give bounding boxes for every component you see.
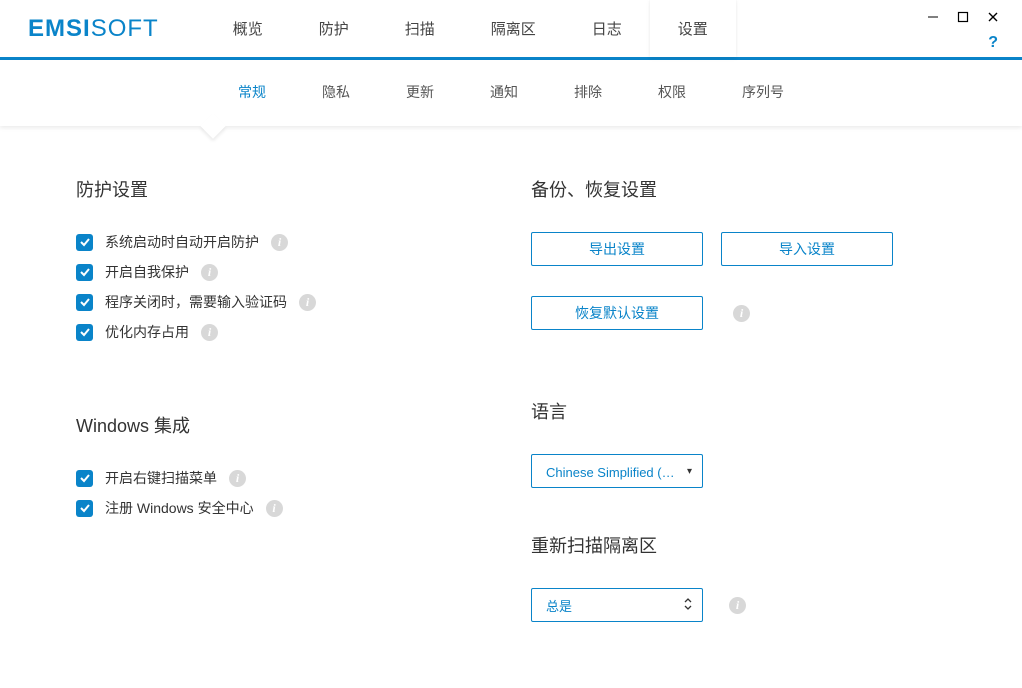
subnav-label: 隐私: [322, 84, 350, 100]
nav-settings[interactable]: 设置: [650, 0, 736, 57]
subnav-updates[interactable]: 更新: [398, 78, 442, 106]
right-column: 备份、恢复设置 导出设置 导入设置 恢复默认设置 i 语言 Chinese Si…: [491, 176, 946, 652]
import-settings-button[interactable]: 导入设置: [721, 232, 893, 266]
nav-overview[interactable]: 概览: [205, 0, 291, 57]
opt-self-protection: 开启自我保护 i: [76, 262, 491, 282]
info-icon[interactable]: i: [271, 234, 288, 251]
left-column: 防护设置 系统启动时自动开启防护 i 开启自我保护 i 程序关闭时，需要输入验证…: [76, 176, 491, 652]
subnav-general[interactable]: 常规: [230, 78, 274, 106]
subnav-label: 更新: [406, 84, 434, 100]
subnav-permissions[interactable]: 权限: [650, 78, 694, 106]
updown-icon: [684, 597, 692, 614]
chevron-down-icon: ▾: [687, 466, 692, 477]
checkbox-label: 开启自我保护: [105, 262, 189, 282]
rescan-quarantine-title: 重新扫描隔离区: [531, 532, 946, 558]
button-label: 导入设置: [779, 239, 835, 259]
help-icon[interactable]: ?: [988, 34, 998, 52]
logo-light: SOFT: [91, 15, 159, 42]
windows-integration-title: Windows 集成: [76, 412, 491, 438]
button-label: 导出设置: [589, 239, 645, 259]
subnav-label: 权限: [658, 84, 686, 100]
opt-memory-optimize: 优化内存占用 i: [76, 322, 491, 342]
sub-nav: 常规 隐私 更新 通知 排除 权限 序列号: [0, 60, 1022, 126]
subnav-exclusions[interactable]: 排除: [566, 78, 610, 106]
checkbox-label: 系统启动时自动开启防护: [105, 232, 259, 252]
subnav-label: 通知: [490, 84, 518, 100]
nav-label: 防护: [319, 18, 349, 39]
content-area: 防护设置 系统启动时自动开启防护 i 开启自我保护 i 程序关闭时，需要输入验证…: [0, 126, 1022, 652]
minimize-button[interactable]: [918, 6, 948, 28]
nav-label: 扫描: [405, 18, 435, 39]
subnav-label: 序列号: [742, 84, 784, 100]
subnav-license[interactable]: 序列号: [734, 78, 792, 106]
nav-label: 设置: [678, 18, 708, 39]
rescan-select[interactable]: 总是: [531, 588, 703, 622]
restore-defaults-button[interactable]: 恢复默认设置: [531, 296, 703, 330]
checkbox-label: 程序关闭时，需要输入验证码: [105, 292, 287, 312]
info-icon[interactable]: i: [266, 500, 283, 517]
close-button[interactable]: [978, 6, 1008, 28]
checkbox[interactable]: [76, 500, 93, 517]
export-settings-button[interactable]: 导出设置: [531, 232, 703, 266]
subnav-privacy[interactable]: 隐私: [314, 78, 358, 106]
opt-captcha-on-close: 程序关闭时，需要输入验证码 i: [76, 292, 491, 312]
protection-settings-title: 防护设置: [76, 176, 491, 202]
opt-explorer-scan: 开启右键扫描菜单 i: [76, 468, 491, 488]
info-icon[interactable]: i: [729, 597, 746, 614]
nav-protection[interactable]: 防护: [291, 0, 377, 57]
checkbox-label: 优化内存占用: [105, 322, 189, 342]
checkbox[interactable]: [76, 324, 93, 341]
checkbox[interactable]: [76, 294, 93, 311]
checkbox-label: 开启右键扫描菜单: [105, 468, 217, 488]
nav-label: 隔离区: [491, 18, 536, 39]
top-nav: EMSISOFT 概览 防护 扫描 隔离区 日志 设置: [0, 0, 1022, 60]
checkbox[interactable]: [76, 470, 93, 487]
checkbox[interactable]: [76, 264, 93, 281]
checkbox[interactable]: [76, 234, 93, 251]
logo-bold: EMSI: [28, 15, 91, 42]
nav-quarantine[interactable]: 隔离区: [463, 0, 564, 57]
select-value: Chinese Simplified (简体中文): [546, 462, 687, 481]
info-icon[interactable]: i: [733, 305, 750, 322]
info-icon[interactable]: i: [201, 324, 218, 341]
nav-logs[interactable]: 日志: [564, 0, 650, 57]
backup-restore-title: 备份、恢复设置: [531, 176, 946, 202]
window-controls: [918, 0, 1022, 28]
maximize-button[interactable]: [948, 6, 978, 28]
info-icon[interactable]: i: [299, 294, 316, 311]
nav-scan[interactable]: 扫描: [377, 0, 463, 57]
subnav-label: 常规: [238, 84, 266, 100]
app-logo: EMSISOFT: [28, 15, 159, 43]
opt-security-center: 注册 Windows 安全中心 i: [76, 498, 491, 518]
checkbox-label: 注册 Windows 安全中心: [105, 498, 254, 518]
subnav-label: 排除: [574, 84, 602, 100]
nav-label: 概览: [233, 18, 263, 39]
button-label: 恢复默认设置: [575, 303, 659, 323]
nav-label: 日志: [592, 18, 622, 39]
select-value: 总是: [546, 596, 572, 615]
language-title: 语言: [531, 398, 946, 424]
info-icon[interactable]: i: [201, 264, 218, 281]
opt-autostart: 系统启动时自动开启防护 i: [76, 232, 491, 252]
info-icon[interactable]: i: [229, 470, 246, 487]
language-select[interactable]: Chinese Simplified (简体中文) ▾: [531, 454, 703, 488]
subnav-notifications[interactable]: 通知: [482, 78, 526, 106]
